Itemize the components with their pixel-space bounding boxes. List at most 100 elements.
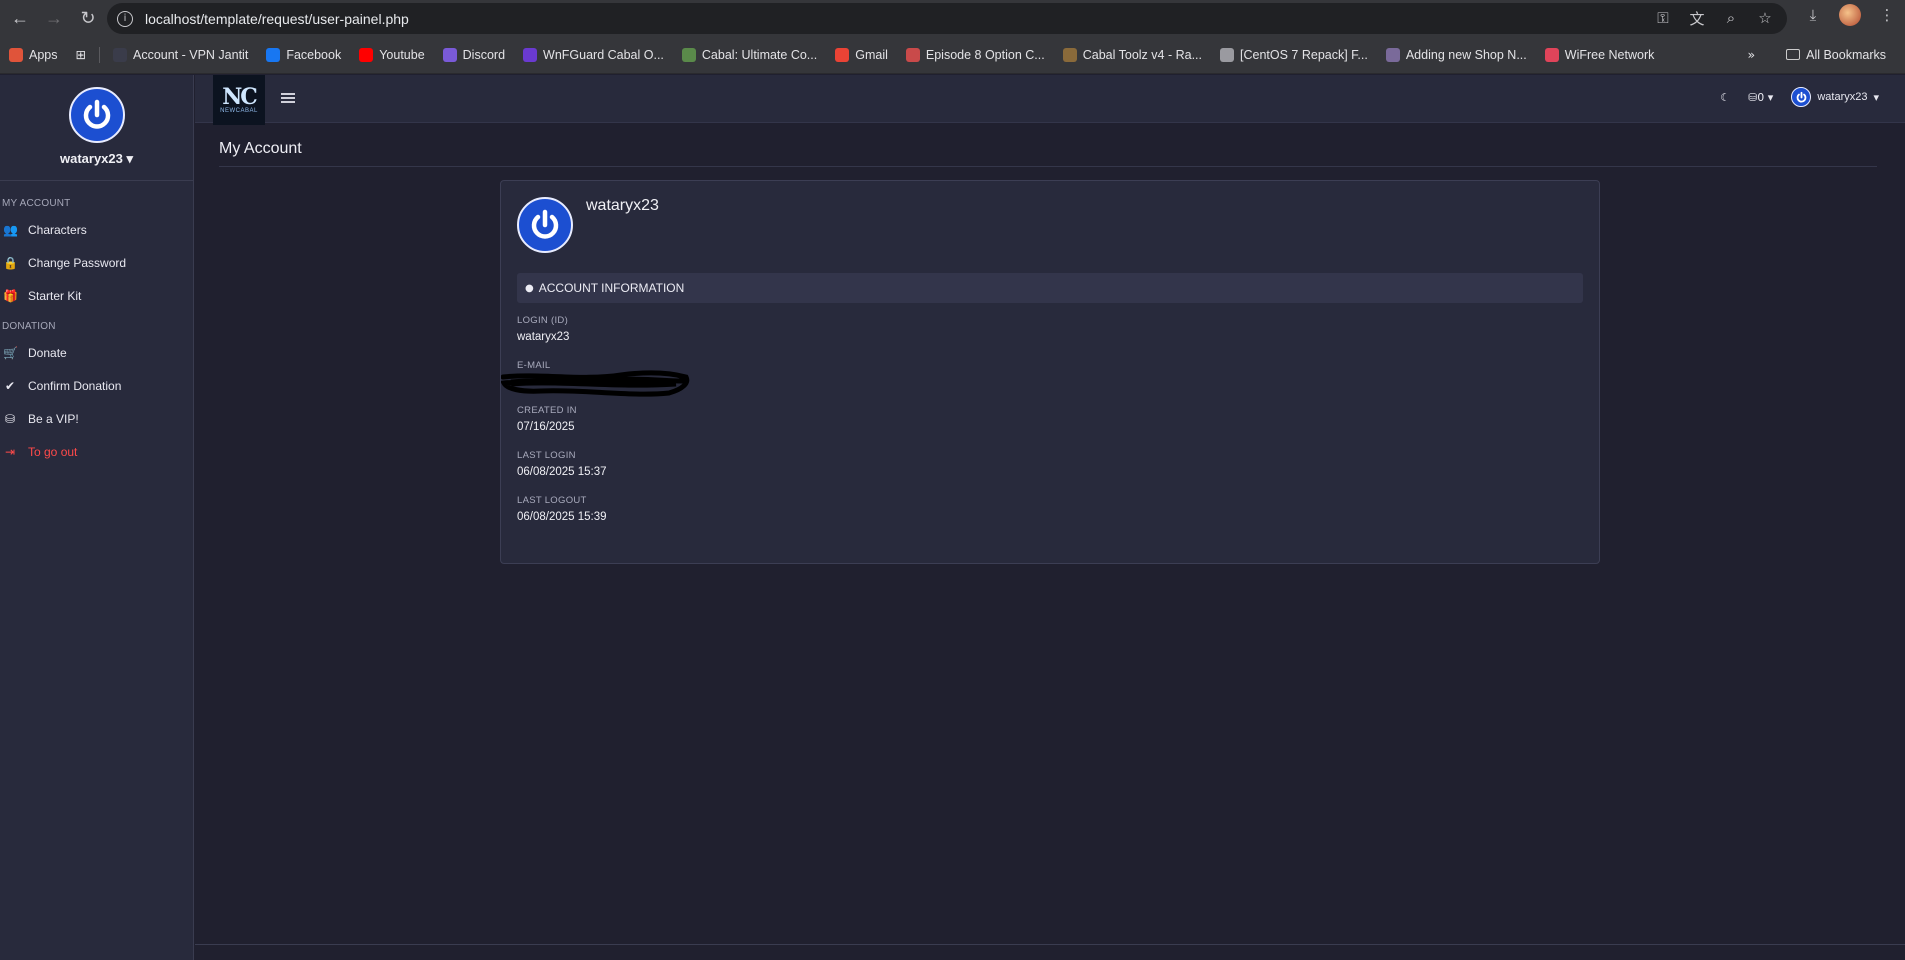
hamburger-menu-icon[interactable] (281, 93, 295, 105)
avatar (1791, 87, 1812, 107)
user-circle-icon: ● (525, 282, 534, 294)
bookmark-favicon-icon (442, 47, 457, 62)
bookmark-favicon-icon (1544, 47, 1559, 62)
coins-icon: ⛁ (4, 411, 16, 426)
bookmarks-right: » All Bookmarks (1747, 47, 1895, 62)
bookmark-favicon-icon (681, 47, 696, 62)
bookmark-item[interactable]: Adding new Shop N... (1377, 47, 1536, 62)
bookmark-item[interactable]: Episode 8 Option C... (897, 47, 1054, 62)
translate-icon[interactable]: 文 (1687, 8, 1707, 28)
bookmark-label: Cabal Toolz v4 - Ra... (1082, 47, 1202, 62)
moon-icon[interactable]: ☾ (1720, 91, 1730, 104)
kebab-menu-icon[interactable]: ⋮ (1877, 5, 1897, 25)
bookmark-item[interactable]: Youtube (350, 47, 433, 62)
bookmark-favicon-icon (835, 47, 850, 62)
power-icon (83, 99, 110, 129)
bookmark-label: Facebook (286, 47, 342, 62)
sidebar-item-characters[interactable]: 👥 Characters (0, 213, 193, 246)
page-title: My Account (219, 140, 302, 157)
all-bookmarks-label: All Bookmarks (1806, 47, 1886, 62)
url-text[interactable]: localhost/template/request/user-painel.p… (145, 11, 409, 27)
bookmark-favicon-icon (112, 47, 127, 62)
address-bar[interactable]: i localhost/template/request/user-painel… (107, 3, 1787, 34)
tab-groups-icon[interactable]: ⊞ (67, 47, 95, 62)
field-label-last-login: LAST LOGIN (517, 450, 576, 461)
bookmark-label: WnFGuard Cabal O... (543, 47, 664, 62)
bookmark-favicon-icon (1062, 47, 1077, 62)
more-bookmarks-icon[interactable]: » (1747, 47, 1755, 62)
zoom-icon[interactable]: ⌕ (1721, 8, 1741, 28)
bookmark-item[interactable]: WiFree Network (1536, 47, 1664, 62)
bookmark-item[interactable]: WnFGuard Cabal O... (514, 47, 673, 62)
bookmarks-bar: Apps ⊞ Account - VPN Jantit Facebook Youtube… (0, 36, 1905, 74)
bookmark-label: Adding new Shop N... (1405, 47, 1527, 62)
topbar-username: wataryx23 (1817, 91, 1868, 103)
bookmark-item[interactable]: Facebook (257, 47, 350, 62)
sidebar-item-label: Starter Kit (28, 288, 82, 303)
sidebar-item-label: Change Password (28, 255, 127, 270)
bookmark-item[interactable]: [CentOS 7 Repack] F... (1211, 47, 1377, 62)
account-card: wataryx23 ● ACCOUNT INFORMATION LOGIN (I… (500, 180, 1600, 564)
sign-out-icon: ⇥ (4, 444, 16, 459)
bookmark-item[interactable]: Gmail (826, 47, 897, 62)
download-icon[interactable]: ⤓ (1803, 5, 1823, 25)
site-info-icon[interactable]: i (117, 10, 133, 27)
sidebar-nav: MY ACCOUNT 👥 Characters 🔒 Change Password 🎁 St… (0, 195, 193, 468)
bookmark-item[interactable]: Discord (434, 47, 514, 62)
bookmark-label: Gmail (855, 47, 888, 62)
profile-avatar[interactable] (1839, 4, 1861, 26)
cart-icon: 🛒 (3, 345, 18, 360)
avatar (517, 197, 573, 253)
redaction-scribble (501, 370, 690, 397)
sidebar-item-donate[interactable]: 🛒 Donate (0, 336, 193, 369)
bookmark-item[interactable]: Cabal Toolz v4 - Ra... (1054, 47, 1211, 62)
sidebar-item-confirm-donation[interactable]: ✔ Confirm Donation (0, 369, 193, 402)
bookmark-label: Apps (29, 47, 58, 62)
user-menu[interactable]: wataryx23 ▾ (1791, 87, 1879, 107)
sidebar-item-label: Donate (28, 345, 67, 360)
field-label-created: CREATED IN (517, 405, 577, 416)
sidebar-item-label: Characters (28, 222, 87, 237)
bookmark-favicon-icon (1220, 47, 1234, 62)
sidebar-item-label: Confirm Donation (28, 378, 122, 393)
bookmark-favicon-icon (266, 47, 281, 62)
sidebar-item-change-password[interactable]: 🔒 Change Password (0, 246, 193, 279)
back-arrow-icon[interactable]: ← (6, 4, 34, 32)
field-value-last-logout: 06/08/2025 15:39 (517, 511, 607, 523)
sidebar-item-label: To go out (28, 444, 78, 459)
main-content: My Account wataryx23 ● ACCOUNT INFORMATI… (195, 124, 1905, 944)
bookmark-item[interactable]: Apps (0, 47, 67, 62)
sidebar-item-be-a-vip[interactable]: ⛁ Be a VIP! (0, 402, 193, 435)
star-icon[interactable]: ☆ (1755, 8, 1775, 28)
bookmark-item[interactable]: Account - VPN Jantit (104, 47, 257, 62)
bookmark-separator (98, 46, 100, 63)
bookmark-label: Cabal: Ultimate Co... (701, 47, 818, 62)
sidebar-item-label: Be a VIP! (28, 411, 79, 426)
forward-arrow-icon[interactable]: → (40, 4, 68, 32)
sidebar-item-starter-kit[interactable]: 🎁 Starter Kit (0, 279, 193, 312)
field-label-last-logout: LAST LOGOUT (517, 495, 587, 506)
coins-counter[interactable]: ⛁0 ▾ (1748, 91, 1773, 104)
all-bookmarks-button[interactable]: All Bookmarks (1777, 48, 1895, 62)
app-topbar: NC NEWCABAL ☾ ⛁0 ▾ wataryx23 ▾ (195, 75, 1905, 125)
gift-icon: 🎁 (3, 288, 18, 303)
bookmark-favicon-icon (9, 47, 23, 62)
field-value-last-login: 06/08/2025 15:37 (517, 466, 607, 478)
card-username: wataryx23 (586, 197, 659, 214)
footer-divider (195, 944, 1905, 945)
key-icon[interactable]: ⚿ (1653, 8, 1673, 28)
bookmark-favicon-icon (523, 47, 538, 62)
sidebar-username[interactable]: wataryx23 ▾ (60, 151, 133, 167)
sidebar-item-to-go-out[interactable]: ⇥ To go out (0, 435, 193, 468)
brand-logo[interactable]: NC NEWCABAL (213, 75, 265, 125)
bookmark-label: Episode 8 Option C... (925, 47, 1045, 62)
power-icon (531, 209, 559, 239)
reload-icon[interactable]: ↻ (74, 4, 102, 32)
bookmark-item[interactable]: Cabal: Ultimate Co... (673, 47, 826, 62)
sidebar: wataryx23 ▾ MY ACCOUNT 👥 Characters 🔒 Change… (0, 75, 194, 960)
bookmark-label: [CentOS 7 Repack] F... (1240, 47, 1368, 62)
field-value-login: wataryx23 (517, 331, 570, 343)
coins-icon: ⛁ (1748, 90, 1758, 104)
bookmark-favicon-icon (359, 47, 374, 62)
brand-text: NC (222, 84, 258, 110)
